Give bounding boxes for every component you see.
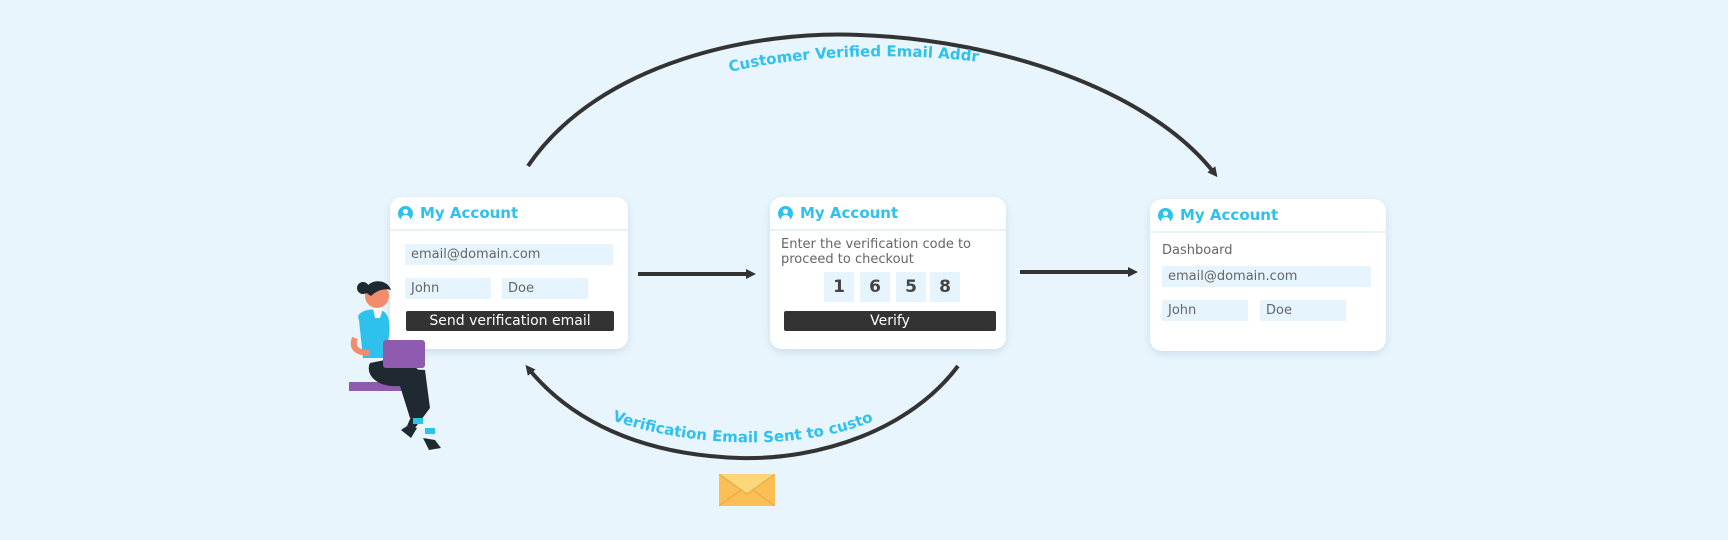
first-name-field[interactable]: John (1162, 300, 1248, 321)
verify-button[interactable]: Verify (784, 311, 996, 331)
top-flow-label: Customer Verified Email Address (0, 0, 980, 76)
code-digit-1[interactable]: 1 (824, 272, 854, 302)
code-digit-3[interactable]: 5 (896, 272, 926, 302)
code-digit-4[interactable]: 8 (930, 272, 960, 302)
user-circle-icon (398, 205, 413, 221)
email-field[interactable]: email@domain.com (1162, 266, 1371, 287)
card-title: My Account (420, 204, 519, 222)
card-header: My Account (770, 197, 1006, 231)
code-digit-2[interactable]: 6 (860, 272, 890, 302)
woman-with-laptop-illustration (349, 281, 441, 450)
user-circle-icon (778, 205, 793, 221)
card-header: My Account (1150, 199, 1386, 233)
card-title: My Account (800, 204, 899, 222)
svg-text:Customer Verified Email Addres: Customer Verified Email Address (0, 0, 980, 76)
dashboard-label: Dashboard (1162, 243, 1233, 258)
last-name-field[interactable]: Doe (502, 278, 588, 299)
card-dashboard: My Account Dashboard email@domain.com Jo… (1150, 199, 1386, 351)
card-title: My Account (1180, 206, 1279, 224)
user-circle-icon (1158, 207, 1173, 223)
verification-instruction: Enter the verification code to proceed t… (781, 237, 972, 267)
card-header: My Account (390, 197, 628, 231)
last-name-field[interactable]: Doe (1260, 300, 1346, 321)
email-field[interactable]: email@domain.com (405, 244, 613, 265)
card-verify-code: My Account Enter the verification code t… (770, 197, 1006, 349)
envelope-icon (719, 474, 775, 506)
